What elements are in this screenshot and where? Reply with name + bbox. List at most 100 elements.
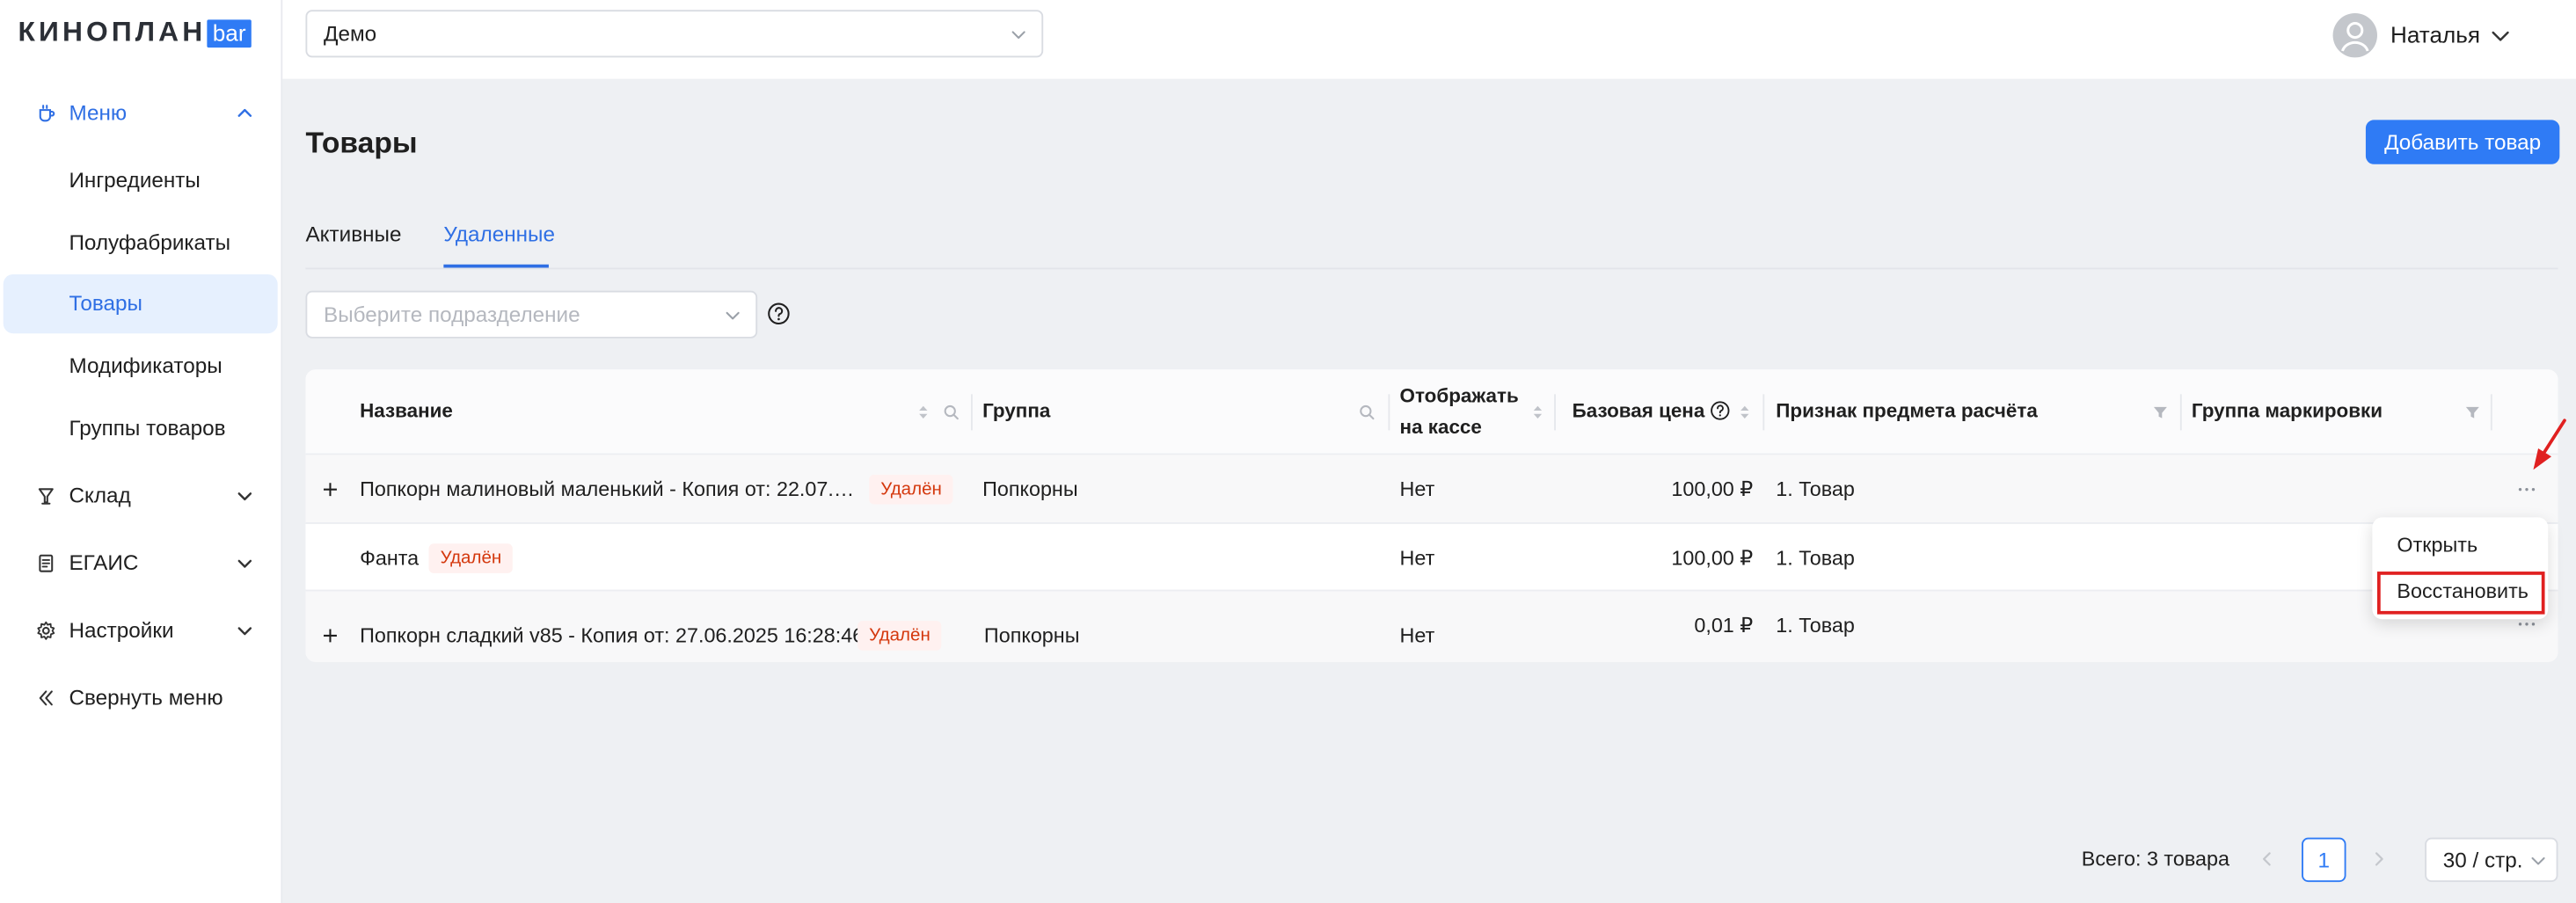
sidebar-item-goods-groups[interactable]: Группы товаров: [0, 399, 282, 458]
venue-select-value: Демо: [323, 21, 377, 47]
column-header-show-at-pos-line2: на кассе: [1399, 415, 1482, 439]
filter-icon[interactable]: [2152, 404, 2169, 421]
column-separator: [2490, 394, 2492, 431]
logo-text: КИНОПЛАН: [18, 16, 207, 48]
menu-item-open[interactable]: Открыть: [2397, 532, 2477, 558]
page-1-button[interactable]: 1: [2302, 837, 2346, 883]
table-row[interactable]: Попкорн малиновый маленький - Копия от: …: [305, 455, 2558, 524]
chevron-up-icon: [237, 108, 252, 117]
column-header-group[interactable]: Группа: [982, 396, 1050, 426]
payment-attribute: 1. Товар: [1776, 477, 1855, 501]
chevron-down-icon: [2531, 857, 2545, 865]
user-name[interactable]: Наталья: [2390, 21, 2480, 49]
base-price: 100,00 ₽: [1671, 477, 1754, 501]
logo-badge: bar: [208, 18, 252, 47]
sort-icon[interactable]: [915, 404, 931, 421]
tab-deleted[interactable]: Удаленные: [443, 222, 555, 248]
column-header-show-at-pos[interactable]: Отображать: [1400, 381, 1519, 411]
collapse-menu-button[interactable]: Свернуть меню: [0, 668, 282, 727]
document-icon: [39, 554, 54, 572]
sidebar-item-label: Группы товаров: [69, 415, 226, 441]
sidebar-item-modifiers[interactable]: Модификаторы: [0, 337, 282, 396]
sidebar-item-label: Ингредиенты: [69, 167, 201, 193]
sidebar-group-settings[interactable]: Настройки: [0, 601, 282, 660]
avatar[interactable]: [2332, 12, 2377, 58]
sidebar-item-ingredients[interactable]: Ингредиенты: [0, 151, 282, 210]
search-icon[interactable]: [1359, 404, 1376, 421]
sidebar-group-label: Меню: [69, 99, 128, 125]
expand-icon[interactable]: [322, 628, 339, 644]
column-separator: [970, 394, 973, 431]
deleted-tag: Удалён: [869, 474, 953, 505]
base-price: 100,00 ₽: [1671, 547, 1754, 571]
chevron-down-icon: [1011, 31, 1025, 39]
table-row[interactable]: Попкорн сладкий v85 - Копия от: 27.06.20…: [305, 591, 2558, 662]
column-header-payment-attribute[interactable]: Признак предмета расчёта: [1776, 396, 2038, 426]
chevron-down-icon: [237, 627, 252, 636]
column-header-base-price[interactable]: Базовая цена: [1573, 396, 1705, 426]
sidebar-item-goods[interactable]: Товары: [3, 273, 278, 334]
payment-attribute: 1. Товар: [1776, 614, 1855, 637]
column-header-name[interactable]: Название: [360, 396, 453, 426]
chevron-left-icon[interactable]: [2259, 851, 2276, 868]
table-header: Название Группа Отображать на кассе Базо…: [305, 369, 2558, 455]
annotation-arrow-icon: [2533, 419, 2566, 470]
product-group: Попкорны: [983, 623, 1080, 647]
cup-icon: [39, 105, 55, 122]
tab-ink-bar: [443, 264, 549, 268]
column-separator: [1388, 394, 1390, 431]
search-icon[interactable]: [943, 404, 960, 421]
column-separator: [2179, 394, 2182, 431]
logo[interactable]: КИНОПЛАН bar: [18, 17, 252, 49]
sidebar-group-warehouse[interactable]: Склад: [0, 467, 282, 526]
sidebar-group-menu[interactable]: Меню: [0, 84, 282, 142]
sidebar-group-label: ЕГАИС: [69, 550, 139, 575]
show-at-pos: Нет: [1399, 623, 1435, 647]
product-name[interactable]: Фанта: [360, 545, 419, 572]
payment-attribute: 1. Товар: [1776, 547, 1855, 571]
column-header-marking-group[interactable]: Группа маркировки: [2192, 396, 2383, 426]
sidebar: КИНОПЛАН bar Меню Ингредиенты Полуфабрик…: [0, 0, 283, 903]
more-actions-icon[interactable]: [2515, 484, 2538, 494]
sidebar-group-label: Настройки: [69, 617, 174, 643]
product-name[interactable]: Попкорн малиновый маленький - Копия от: …: [360, 477, 863, 503]
chevron-down-icon: [237, 559, 252, 568]
page-title: Товары: [305, 126, 418, 160]
sort-icon[interactable]: [1736, 404, 1753, 421]
column-separator: [1554, 394, 1556, 431]
help-icon[interactable]: [767, 302, 790, 325]
sort-icon[interactable]: [1529, 404, 1546, 421]
show-at-pos: Нет: [1399, 547, 1435, 571]
sidebar-group-label: Склад: [69, 483, 131, 508]
deleted-tag: Удалён: [857, 621, 942, 651]
chevron-down-icon[interactable]: [2491, 26, 2510, 46]
tabs-divider: [305, 267, 2558, 270]
tab-active[interactable]: Активные: [305, 222, 401, 248]
column-separator: [1762, 394, 1765, 431]
product-name[interactable]: Попкорн сладкий v85 - Копия от: 27.06.20…: [360, 623, 864, 649]
base-price: 0,01 ₽: [1694, 614, 1754, 637]
glass-icon: [38, 488, 54, 505]
page-size-select[interactable]: 30 / стр.: [2425, 837, 2558, 883]
chevron-down-icon: [237, 492, 252, 501]
total-count: Всего: 3 товара: [2081, 847, 2229, 871]
show-at-pos: Нет: [1399, 477, 1435, 501]
expand-icon[interactable]: [322, 481, 339, 498]
venue-select[interactable]: Демо: [305, 10, 1044, 58]
division-select[interactable]: Выберите подразделение: [305, 290, 758, 339]
gear-icon: [37, 621, 55, 640]
chevron-right-icon[interactable]: [2371, 851, 2388, 868]
sidebar-group-egais[interactable]: ЕГАИС: [0, 534, 282, 593]
sidebar-item-label: Модификаторы: [69, 353, 223, 378]
filter-icon[interactable]: [2464, 404, 2481, 421]
add-product-button[interactable]: Добавить товар: [2365, 120, 2560, 164]
help-icon[interactable]: [1711, 401, 1730, 420]
sidebar-item-semi-finished[interactable]: Полуфабрикаты: [0, 214, 282, 273]
collapse-menu-label: Свернуть меню: [69, 684, 223, 710]
page-size-value: 30 / стр.: [2442, 847, 2523, 872]
deleted-tag: Удалён: [428, 543, 514, 573]
more-actions-icon[interactable]: [2515, 619, 2538, 629]
product-group: Попкорны: [982, 477, 1078, 501]
chevron-down-icon: [726, 311, 740, 320]
table-row[interactable]: Фанта Удалён Нет 100,00 ₽ 1. Товар: [305, 524, 2558, 592]
